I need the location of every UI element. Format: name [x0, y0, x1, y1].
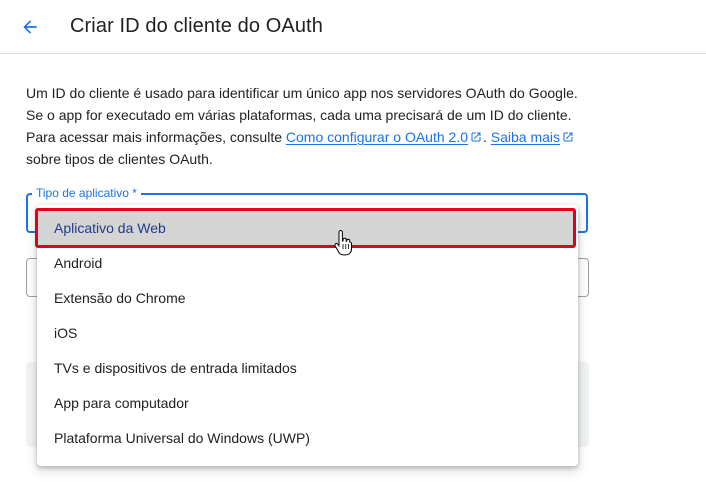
option-ios[interactable]: iOS — [37, 316, 578, 351]
app-type-dropdown-menu: Aplicativo da Web Android Extensão do Ch… — [35, 205, 578, 466]
back-button[interactable] — [14, 11, 46, 43]
external-link-icon — [563, 132, 573, 142]
description-separator: . — [483, 129, 487, 145]
description-line-1: Um ID do cliente é usado para identifica… — [26, 85, 578, 101]
page-title: Criar ID do cliente do OAuth — [70, 15, 323, 37]
option-android[interactable]: Android — [37, 246, 578, 281]
option-tvs-limited-input[interactable]: TVs e dispositivos de entrada limitados — [37, 351, 578, 386]
description-line-4: sobre tipos de clientes OAuth. — [26, 151, 213, 167]
learn-more-link-label: Saiba mais — [490, 129, 561, 145]
option-chrome-extension[interactable]: Extensão do Chrome — [37, 281, 578, 316]
app-header: Criar ID do cliente do OAuth — [0, 0, 706, 54]
external-link-icon — [471, 132, 481, 142]
description-line-3: Para acessar mais informações, consulte — [26, 129, 282, 145]
option-desktop-app[interactable]: App para computador — [37, 386, 578, 421]
oauth-setup-link-label: Como configurar o OAuth 2.0 — [285, 129, 468, 145]
oauth-setup-link[interactable]: Como configurar o OAuth 2.0 — [286, 129, 468, 145]
learn-more-link[interactable]: Saiba mais — [491, 129, 560, 145]
arrow-back-icon — [23, 20, 37, 34]
option-web-application[interactable]: Aplicativo da Web — [35, 208, 576, 248]
description-line-2: Se o app for executado em várias platafo… — [26, 107, 572, 123]
hand-pointer-cursor-icon — [334, 230, 352, 256]
option-uwp[interactable]: Plataforma Universal do Windows (UWP) — [37, 421, 578, 456]
description-text: Um ID do cliente é usado para identifica… — [26, 82, 596, 170]
app-type-label: Tipo de aplicativo * — [32, 185, 141, 201]
